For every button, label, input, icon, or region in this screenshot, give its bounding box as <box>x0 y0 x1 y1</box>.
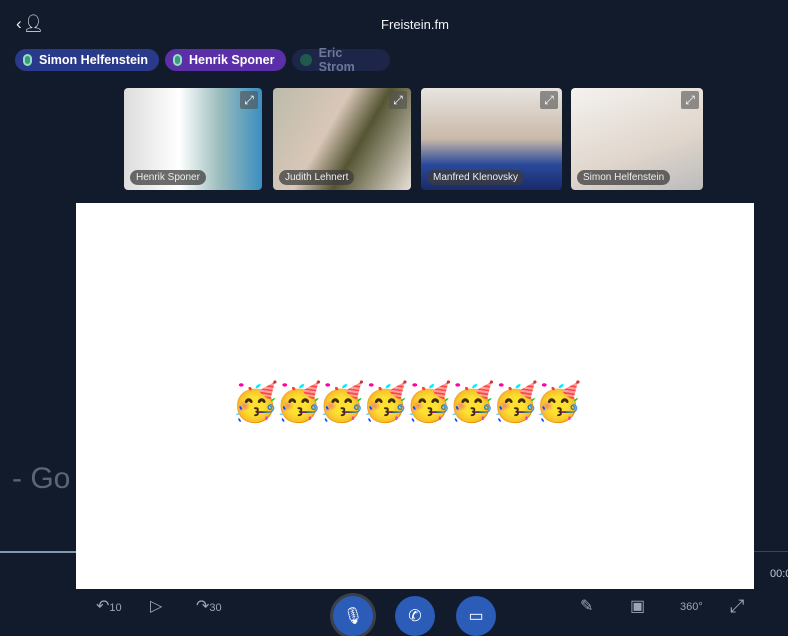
expand-icon[interactable]: ⤢ <box>389 91 407 109</box>
video-tile[interactable]: ⤢ Simon Helfenstein <box>571 88 703 190</box>
participant-name: Judith Lehnert <box>279 170 355 185</box>
speaker-chip[interactable]: Simon Helfenstein <box>15 49 159 71</box>
speaker-chip[interactable]: Henrik Sponer <box>165 49 286 71</box>
phone-icon: ✆ <box>408 608 422 625</box>
expand-icon[interactable]: ⤢ <box>540 91 558 109</box>
video-tile[interactable]: ⤢ Henrik Sponer <box>124 88 262 190</box>
pen-button[interactable]: ✎ <box>580 596 593 616</box>
rewind-label: 10 <box>109 602 122 614</box>
progress-bar[interactable] <box>0 551 80 553</box>
speaker-chip[interactable]: Eric Strom <box>292 46 390 74</box>
rewind-button[interactable]: ↶10 <box>96 596 122 616</box>
participant-name: Manfred Klenovsky <box>427 170 525 185</box>
expand-icon[interactable]: ⤢ <box>240 91 258 109</box>
time-display: 00:0 <box>770 568 788 580</box>
background-text: - Go <box>12 462 71 495</box>
fullscreen-button[interactable]: ⤢ <box>730 596 744 617</box>
view360-button[interactable]: 360° <box>680 601 703 613</box>
play-icon: ▷ <box>150 598 163 615</box>
pip-icon: ▣ <box>630 598 646 615</box>
pencil-icon: ✎ <box>580 598 594 615</box>
participant-name: Henrik Sponer <box>130 170 206 185</box>
call-button[interactable]: ✆ <box>395 596 435 636</box>
expand-icon[interactable]: ⤢ <box>681 91 699 109</box>
microphone-icon <box>23 54 32 66</box>
party-emojis: 🥳🥳🥳🥳🥳🥳🥳🥳 <box>231 382 583 424</box>
speaker-name: Eric Strom <box>318 46 355 74</box>
view360-label: 360° <box>680 601 703 613</box>
status-dot-icon <box>300 54 312 66</box>
play-button[interactable]: ▷ <box>150 596 162 616</box>
rewind-icon: ↶ <box>96 598 110 615</box>
speaker-name: Henrik Sponer <box>189 53 275 67</box>
picture-in-picture-button[interactable]: ▣ <box>630 596 645 616</box>
video-tile[interactable]: ⤢ Judith Lehnert <box>273 88 411 190</box>
microphone-icon: 🎙︎ <box>342 608 364 625</box>
microphone-button[interactable]: 🎙︎ <box>333 596 373 636</box>
camera-icon: ▭ <box>468 608 484 625</box>
video-button[interactable]: ▭ <box>456 596 496 636</box>
page-title: Freistein.fm <box>381 17 449 32</box>
participant-name: Simon Helfenstein <box>577 170 671 185</box>
speaker-name: Simon Helfenstein <box>39 53 149 67</box>
forward-icon: ↷ <box>196 598 210 615</box>
progress-track[interactable] <box>754 551 788 552</box>
shared-screen: 🥳🥳🥳🥳🥳🥳🥳🥳 <box>76 203 754 589</box>
microphone-icon <box>173 54 182 66</box>
video-tile[interactable]: ⤢ Manfred Klenovsky <box>421 88 562 190</box>
expand-icon: ⤢ <box>730 596 745 616</box>
forward-button[interactable]: ↷30 <box>196 596 222 616</box>
forward-label: 30 <box>209 602 222 614</box>
